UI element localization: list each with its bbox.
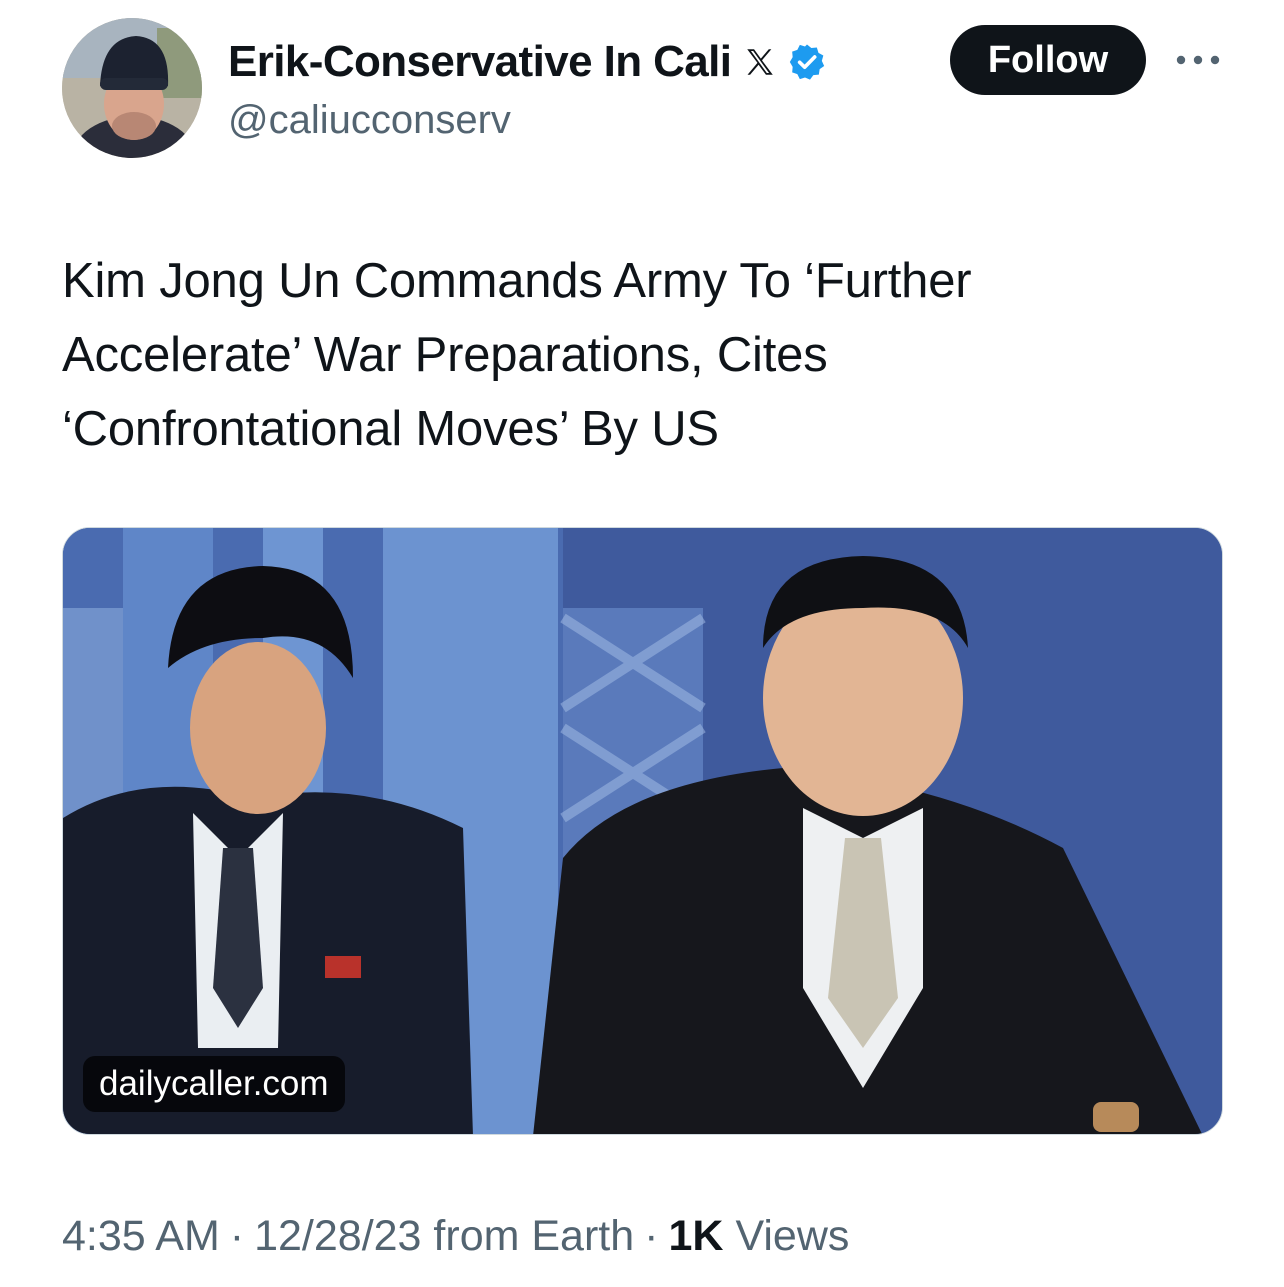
date-source: 12/28/23 from Earth bbox=[254, 1212, 635, 1260]
tweet-text-line: ‘Confrontational Moves’ By US bbox=[62, 402, 719, 456]
timestamp[interactable]: 4:35 AM bbox=[62, 1212, 220, 1261]
tweet-text-line: Accelerate’ War Preparations, Cites bbox=[62, 328, 828, 382]
link-card-domain: dailycaller.com bbox=[83, 1056, 345, 1112]
views-count: 1K bbox=[668, 1212, 724, 1260]
more-dots-icon[interactable] bbox=[1172, 40, 1224, 80]
author-name-row: Erik-Conservative In Cali bbox=[228, 36, 827, 88]
link-card-image[interactable]: dailycaller.com bbox=[62, 527, 1223, 1135]
tweet-header: Erik-Conservative In Cali @caliucconserv… bbox=[0, 0, 1284, 170]
tweet-metadata: 4:35 AM · 12/28/23 from Earth · 1K Views bbox=[62, 1212, 849, 1261]
follow-button[interactable]: Follow bbox=[950, 25, 1146, 95]
meta-separator: · bbox=[644, 1212, 659, 1260]
meta-separator: · bbox=[229, 1212, 245, 1260]
verified-badge-icon bbox=[787, 42, 827, 82]
handle[interactable]: @caliucconserv bbox=[228, 98, 511, 143]
tweet-text-line: Kim Jong Un Commands Army To ‘Further bbox=[62, 254, 972, 308]
x-logo-icon bbox=[743, 45, 777, 79]
views-label: Views bbox=[735, 1212, 850, 1260]
avatar[interactable] bbox=[62, 18, 202, 158]
tweet-text: Kim Jong Un Commands Army To ‘Further Ac… bbox=[62, 244, 1222, 466]
display-name[interactable]: Erik-Conservative In Cali bbox=[228, 37, 732, 87]
